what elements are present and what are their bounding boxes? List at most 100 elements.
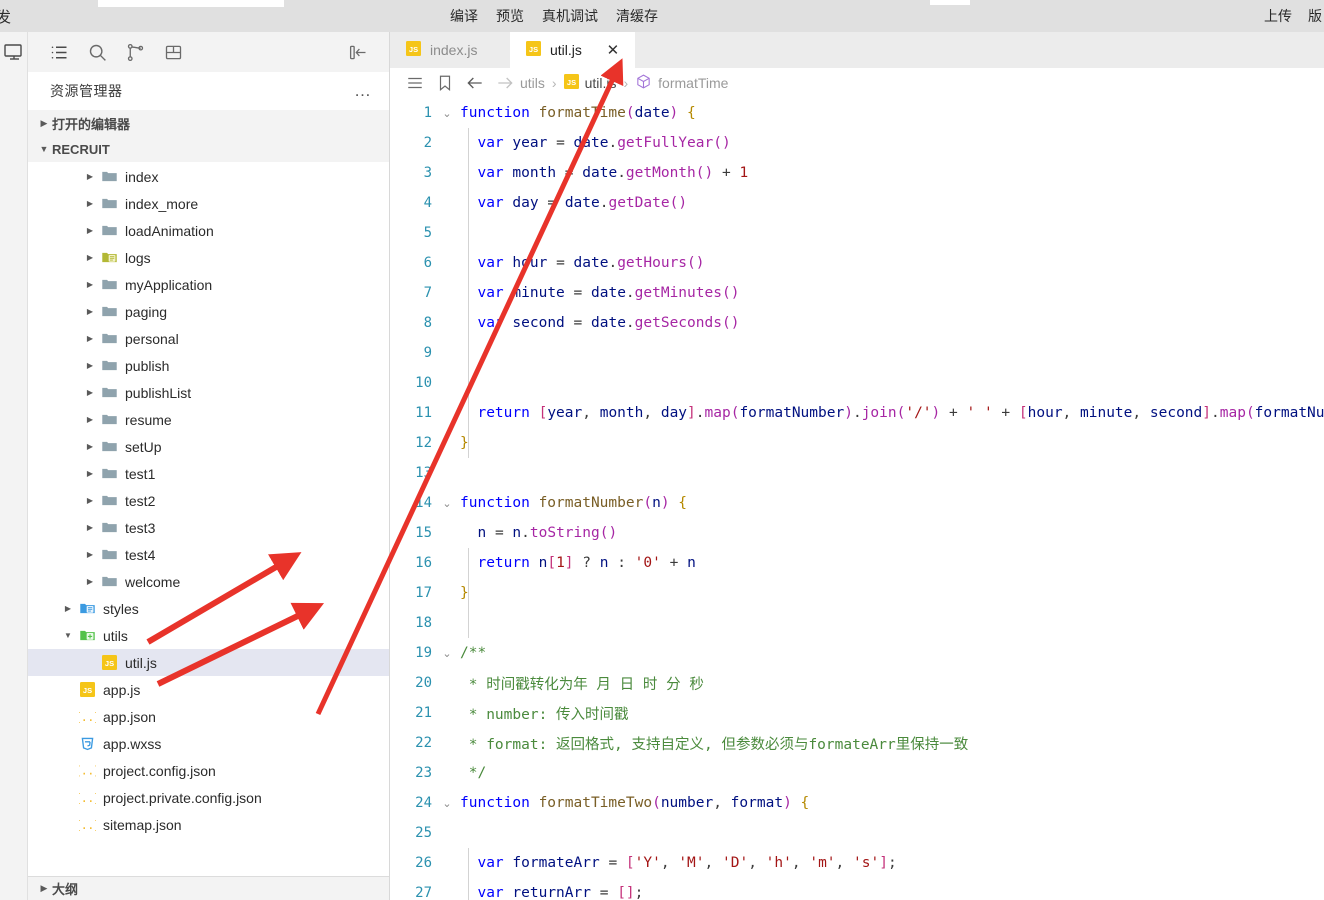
tree-folder-row[interactable]: ▶ test3	[28, 514, 389, 541]
wxss-file-icon	[76, 735, 98, 752]
folder-gray-icon	[98, 195, 120, 212]
explorer-toolbar	[28, 32, 389, 72]
line-number: 16	[415, 555, 432, 571]
json-file-icon: {..}	[76, 789, 98, 806]
fold-chevron-icon[interactable]: ⌄	[436, 107, 458, 120]
tree-folder-row[interactable]: ▶ welcome	[28, 568, 389, 595]
code-line: 17}	[390, 578, 1324, 608]
tree-folder-row[interactable]: ▶ personal	[28, 325, 389, 352]
tree-item-label: styles	[103, 600, 139, 617]
close-icon[interactable]: ✕	[605, 43, 621, 58]
folder-olive-icon	[98, 249, 120, 266]
action-real-device-debug[interactable]: 真机调试	[542, 6, 598, 26]
action-clear-cache[interactable]: 清缓存	[616, 6, 658, 26]
search-icon[interactable]	[78, 37, 116, 67]
tree-file-row[interactable]: JS app.js	[28, 676, 389, 703]
tree-file-row[interactable]: {..} app.json	[28, 703, 389, 730]
folder-gray-icon	[98, 492, 120, 509]
source-control-icon[interactable]	[116, 37, 154, 67]
chevron-right-icon: ▶	[86, 577, 94, 586]
line-number: 13	[415, 465, 432, 481]
line-number: 24	[415, 795, 432, 811]
tree-file-row[interactable]: JS util.js	[28, 649, 389, 676]
tree-item-label: project.private.config.json	[103, 789, 262, 806]
tree-item-label: logs	[125, 249, 151, 266]
explorer-icon[interactable]	[40, 37, 78, 67]
tree-folder-row[interactable]: ▶ publishList	[28, 379, 389, 406]
code-line: 25	[390, 818, 1324, 848]
code-line-text: var hour = date.getHours()	[477, 255, 705, 271]
tree-folder-row[interactable]: ▶ test2	[28, 487, 389, 514]
tree-file-row[interactable]: {..} sitemap.json	[28, 811, 389, 838]
line-number: 14	[415, 495, 432, 511]
chevron-right-icon: ▶	[86, 523, 94, 532]
titlebar-notch-secondary	[930, 0, 970, 5]
code-line: 21 * number: 传入时间戳	[390, 698, 1324, 728]
fold-chevron-icon[interactable]: ⌄	[436, 497, 458, 510]
fold-chevron-icon[interactable]: ⌄	[436, 797, 458, 810]
section-project-root[interactable]: ▼ RECRUIT	[28, 136, 389, 162]
section-outline[interactable]: ▶ 大纲	[28, 876, 389, 900]
tree-folder-row[interactable]: ▶ test4	[28, 541, 389, 568]
action-preview[interactable]: 预览	[496, 6, 524, 26]
folder-gray-icon	[98, 411, 120, 428]
collapse-sidebar-icon[interactable]	[339, 37, 377, 67]
svg-text:{..}: {..}	[79, 792, 96, 805]
code-line: 16 return n[1] ? n : '0' + n	[390, 548, 1324, 578]
explorer-more-button[interactable]: …	[354, 82, 373, 99]
debug-icon[interactable]	[154, 37, 192, 67]
tree-item-label: test4	[125, 546, 156, 563]
tree-folder-row[interactable]: ▶ index	[28, 163, 389, 190]
tree-file-row[interactable]: {..} project.private.config.json	[28, 784, 389, 811]
editor-tab[interactable]: JS index.js	[390, 32, 510, 68]
tree-folder-row[interactable]: ▶ test1	[28, 460, 389, 487]
tree-folder-row[interactable]: ▶ setUp	[28, 433, 389, 460]
line-number: 22	[415, 735, 432, 751]
action-version-clipped[interactable]: 版	[1308, 6, 1322, 26]
tree-file-row[interactable]: {..} project.config.json	[28, 757, 389, 784]
editor-tab[interactable]: JS util.js ✕	[510, 32, 635, 68]
tree-folder-row[interactable]: ▶ loadAnimation	[28, 217, 389, 244]
code-line: 11 return [year, month, day].map(formatN…	[390, 398, 1324, 428]
titlebar-notch	[98, 0, 284, 7]
code-line: 5	[390, 218, 1324, 248]
action-compile[interactable]: 编译	[450, 6, 478, 26]
tree-folder-row[interactable]: ▶ paging	[28, 298, 389, 325]
back-arrow-icon[interactable]	[460, 73, 490, 93]
forward-arrow-icon[interactable]	[490, 73, 520, 93]
code-line: 7 var minute = date.getMinutes()	[390, 278, 1324, 308]
simulator-icon[interactable]	[2, 40, 26, 69]
line-number: 27	[415, 885, 432, 900]
tree-folder-row[interactable]: ▶ logs	[28, 244, 389, 271]
tree-folder-row[interactable]: ▶ publish	[28, 352, 389, 379]
section-open-editors[interactable]: ▶ 打开的编辑器	[28, 110, 389, 136]
chevron-right-icon: ▶	[86, 334, 94, 343]
tree-item-label: test1	[125, 465, 156, 482]
breadcrumb-item-file[interactable]: JS util.js	[563, 74, 616, 92]
json-file-icon: {..}	[76, 708, 98, 725]
code-line-text: var month = date.getMonth() + 1	[477, 165, 749, 181]
tree-item-label: personal	[125, 330, 179, 347]
tree-item-label: resume	[125, 411, 172, 428]
action-upload[interactable]: 上传	[1264, 6, 1292, 26]
folder-green-icon	[76, 627, 98, 644]
tree-folder-row[interactable]: ▶ styles	[28, 595, 389, 622]
outline-list-icon[interactable]	[400, 74, 430, 92]
tree-folder-row[interactable]: ▶ myApplication	[28, 271, 389, 298]
tree-folder-row[interactable]: ▼ utils	[28, 622, 389, 649]
tree-folder-row[interactable]: ▶ index_more	[28, 190, 389, 217]
chevron-right-icon: ▶	[86, 496, 94, 505]
chevron-down-icon: ▼	[39, 144, 49, 154]
breadcrumb-item-folder[interactable]: utils	[520, 75, 545, 91]
devtools-center-actions: 编译 预览 真机调试 清缓存	[450, 0, 658, 32]
breadcrumb-item-symbol[interactable]: formatTime	[635, 73, 728, 93]
tree-folder-row[interactable]: ▶ resume	[28, 406, 389, 433]
code-line: 23 */	[390, 758, 1324, 788]
fold-chevron-icon[interactable]: ⌄	[436, 647, 458, 660]
bookmark-icon[interactable]	[430, 74, 460, 92]
code-editor-surface[interactable]: 1 ⌄ function formatTime(date) {2 var year …	[390, 98, 1324, 900]
chevron-right-icon: ▶	[86, 307, 94, 316]
tree-file-row[interactable]: app.wxss	[28, 730, 389, 757]
line-number: 11	[415, 405, 432, 421]
code-line: 3 var month = date.getMonth() + 1	[390, 158, 1324, 188]
